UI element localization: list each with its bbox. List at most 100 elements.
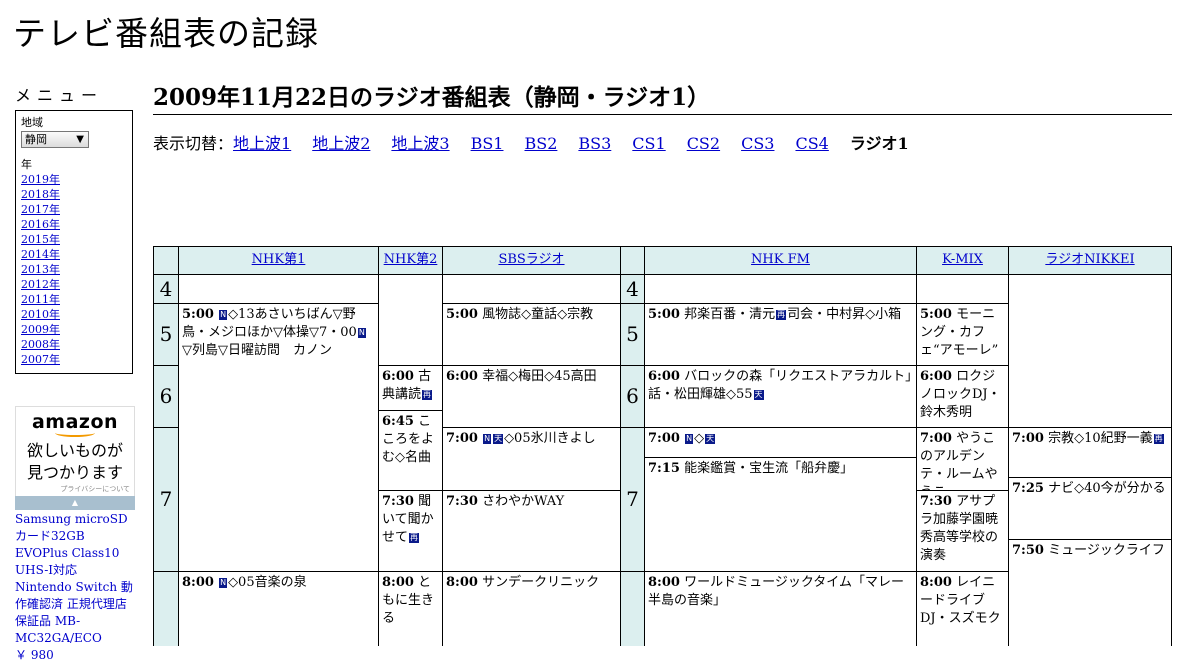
region-label: 地域 bbox=[21, 116, 43, 129]
year-link-2009[interactable]: 2009年 bbox=[21, 323, 60, 336]
switch-link-bs3[interactable]: BS3 bbox=[578, 134, 611, 153]
program-kmix-0700[interactable]: 7:00 やうこのアルデンテ・ルームやうこ bbox=[916, 427, 1009, 491]
program-sbs-0730[interactable]: 7:30 さわやかWAY bbox=[442, 490, 621, 572]
program-fm-0400 bbox=[644, 274, 917, 304]
program-text: 邦楽百番・清元 bbox=[684, 307, 776, 322]
program-time: 8:00 bbox=[446, 575, 478, 590]
program-text: ミュージックライフ bbox=[1048, 543, 1165, 558]
program-sbs-0600[interactable]: 6:00 幸福◇梅田◇45高田 bbox=[442, 365, 621, 428]
program-sbs-0800[interactable]: 8:00 サンデークリニック bbox=[442, 571, 621, 646]
year-link-2011[interactable]: 2011年 bbox=[21, 293, 60, 306]
year-link-2010[interactable]: 2010年 bbox=[21, 308, 60, 321]
program-text: ▽列島▽日曜訪問 カノン bbox=[182, 343, 332, 358]
program-time: 6:00 bbox=[446, 369, 478, 384]
switch-link-bs2[interactable]: BS2 bbox=[524, 134, 557, 153]
program-time: 8:00 bbox=[182, 575, 214, 590]
station-link-nhkfm[interactable]: NHK FM bbox=[751, 252, 810, 267]
year-link-2018[interactable]: 2018年 bbox=[21, 188, 60, 201]
program-text: 宗教◇10紀野一義 bbox=[1048, 431, 1153, 446]
year-link-2015[interactable]: 2015年 bbox=[21, 233, 60, 246]
year-link-2016[interactable]: 2016年 bbox=[21, 218, 60, 231]
program-time: 6:00 bbox=[920, 369, 952, 384]
ad-scroll-up-icon[interactable]: ▲ bbox=[15, 496, 135, 510]
program-nhk1-0500[interactable]: 5:00 N ◇13あさいちばん▽野鳥・メジロほか▽体操▽7・00 N ▽列島▽日曜訪… bbox=[178, 303, 379, 572]
rebroadcast-mark-icon: 再 bbox=[409, 533, 420, 543]
program-nhk1-0800[interactable]: 8:00 N ◇05音楽の泉 bbox=[178, 571, 379, 646]
program-nikkei-0725[interactable]: 7:25 ナビ◇40今が分かる bbox=[1008, 477, 1172, 540]
page-title: 2009年11月22日のラジオ番組表（静岡・ラジオ1） bbox=[153, 84, 1172, 115]
program-kmix-0600[interactable]: 6:00 ロクジノロックDJ・鈴木秀明 bbox=[916, 365, 1009, 428]
program-sbs-0500[interactable]: 5:00 風物誌◇童話◇宗教 bbox=[442, 303, 621, 366]
amazon-ad[interactable]: amazon 欲しいものが 見つかります プライバシーについて bbox=[15, 406, 135, 510]
switch-link-chijo2[interactable]: 地上波2 bbox=[312, 134, 370, 153]
program-text: 能楽鑑賞・宝生流「船弁慶」 bbox=[684, 461, 854, 476]
site-title: テレビ番組表の記録 bbox=[13, 14, 319, 53]
news-mark-icon: N bbox=[483, 434, 492, 444]
year-link-2019[interactable]: 2019年 bbox=[21, 173, 60, 186]
year-link-2012[interactable]: 2012年 bbox=[21, 278, 60, 291]
switch-link-bs1[interactable]: BS1 bbox=[471, 134, 504, 153]
program-time: 8:00 bbox=[648, 575, 680, 590]
corner-cell-mid bbox=[620, 246, 645, 275]
program-fm-0700[interactable]: 7:00 N ◇ 天 bbox=[644, 427, 917, 458]
switch-link-chijo3[interactable]: 地上波3 bbox=[391, 134, 449, 153]
switch-link-chijo1[interactable]: 地上波1 bbox=[233, 134, 291, 153]
program-time: 6:45 bbox=[382, 414, 414, 429]
switch-link-cs3[interactable]: CS3 bbox=[741, 134, 774, 153]
station-header-nhk1: NHK第1 bbox=[178, 246, 379, 275]
news-mark-icon: N bbox=[219, 310, 228, 320]
station-link-nhk1[interactable]: NHK第1 bbox=[252, 252, 306, 267]
program-fm-0715[interactable]: 7:15 能楽鑑賞・宝生流「船弁慶」 bbox=[644, 457, 917, 572]
region-select-value: 静岡 bbox=[25, 133, 47, 146]
year-label: 年 bbox=[21, 158, 32, 171]
program-text: 司会・中村昇◇小箱 bbox=[787, 307, 902, 322]
program-text: 幸福◇梅田◇45高田 bbox=[482, 369, 597, 384]
hour-cell-4: 4 bbox=[153, 274, 179, 304]
program-time: 7:00 bbox=[648, 431, 680, 446]
ad-product-price: ￥ 980 bbox=[15, 648, 54, 662]
program-sbs-0400 bbox=[442, 274, 621, 304]
switch-link-cs4[interactable]: CS4 bbox=[795, 134, 828, 153]
station-link-kmix[interactable]: K-MIX bbox=[942, 252, 983, 267]
ad-product-name[interactable]: Samsung microSDカード32GB EVOPlus Class10 U… bbox=[15, 512, 133, 645]
ad-tagline: 欲しいものが 見つかります bbox=[16, 440, 134, 484]
program-text: バロックの森「リクエストアラカルト」話・松田輝雄◇55 bbox=[648, 369, 912, 402]
program-kmix-0800[interactable]: 8:00 レイニードライブDJ・スズモク bbox=[916, 571, 1009, 646]
program-kmix-0730[interactable]: 7:30 アサプラ加藤学園暁秀高等学校の演奏 bbox=[916, 490, 1009, 572]
station-header-sbs: SBSラジオ bbox=[442, 246, 621, 275]
program-time: 7:00 bbox=[920, 431, 952, 446]
program-nhk2-0600[interactable]: 6:00 古典講読再 bbox=[378, 365, 443, 411]
year-link-2007[interactable]: 2007年 bbox=[21, 353, 60, 366]
menu-box: 地域 静岡 ▼ 年 2019年 2018年 2017年 2016年 2015年 … bbox=[15, 110, 133, 374]
rebroadcast-mark-icon: 再 bbox=[776, 310, 787, 320]
station-link-nikkei[interactable]: ラジオNIKKEI bbox=[1045, 252, 1134, 267]
year-link-2013[interactable]: 2013年 bbox=[21, 263, 60, 276]
station-link-nhk2[interactable]: NHK第2 bbox=[384, 252, 438, 267]
news-mark-icon: N bbox=[219, 578, 228, 588]
program-text: ワールドミュージックタイム「マレー半島の音楽」 bbox=[648, 575, 905, 608]
program-nhk2-0730[interactable]: 7:30 聞いて聞かせて再 bbox=[378, 490, 443, 572]
program-fm-0800[interactable]: 8:00 ワールドミュージックタイム「マレー半島の音楽」 bbox=[644, 571, 917, 646]
program-time: 5:00 bbox=[182, 307, 214, 322]
year-link-2008[interactable]: 2008年 bbox=[21, 338, 60, 351]
program-nhk2-0800[interactable]: 8:00 ともに生きる bbox=[378, 571, 443, 646]
switch-link-cs2[interactable]: CS2 bbox=[687, 134, 720, 153]
hour-cell-5: 5 bbox=[153, 303, 179, 366]
program-fm-0500[interactable]: 5:00 邦楽百番・清元再司会・中村昇◇小箱 bbox=[644, 303, 917, 366]
hour-cell-8-mid: 8 bbox=[620, 571, 645, 646]
switch-link-cs1[interactable]: CS1 bbox=[632, 134, 665, 153]
program-time: 7:25 bbox=[1012, 481, 1044, 496]
program-sbs-0700[interactable]: 7:00 N 天 ◇05氷川きよし bbox=[442, 427, 621, 491]
region-select[interactable]: 静岡 ▼ bbox=[21, 131, 89, 148]
chevron-down-icon: ▼ bbox=[76, 134, 84, 145]
program-nhk2-0645[interactable]: 6:45 こころをよむ◇名曲 bbox=[378, 410, 443, 491]
program-nikkei-0700[interactable]: 7:00 宗教◇10紀野一義再 bbox=[1008, 427, 1172, 478]
program-kmix-0500[interactable]: 5:00 モーニング・カフェ“アモーレ” bbox=[916, 303, 1009, 366]
program-fm-0600[interactable]: 6:00 バロックの森「リクエストアラカルト」話・松田輝雄◇55 天 bbox=[644, 365, 917, 428]
ad-product-link[interactable]: Samsung microSDカード32GB EVOPlus Class10 U… bbox=[15, 511, 137, 664]
year-link-2014[interactable]: 2014年 bbox=[21, 248, 60, 261]
station-link-sbs[interactable]: SBSラジオ bbox=[498, 252, 564, 267]
program-time: 8:00 bbox=[920, 575, 952, 590]
ad-privacy-link[interactable]: プライバシーについて bbox=[16, 484, 134, 494]
year-link-2017[interactable]: 2017年 bbox=[21, 203, 60, 216]
